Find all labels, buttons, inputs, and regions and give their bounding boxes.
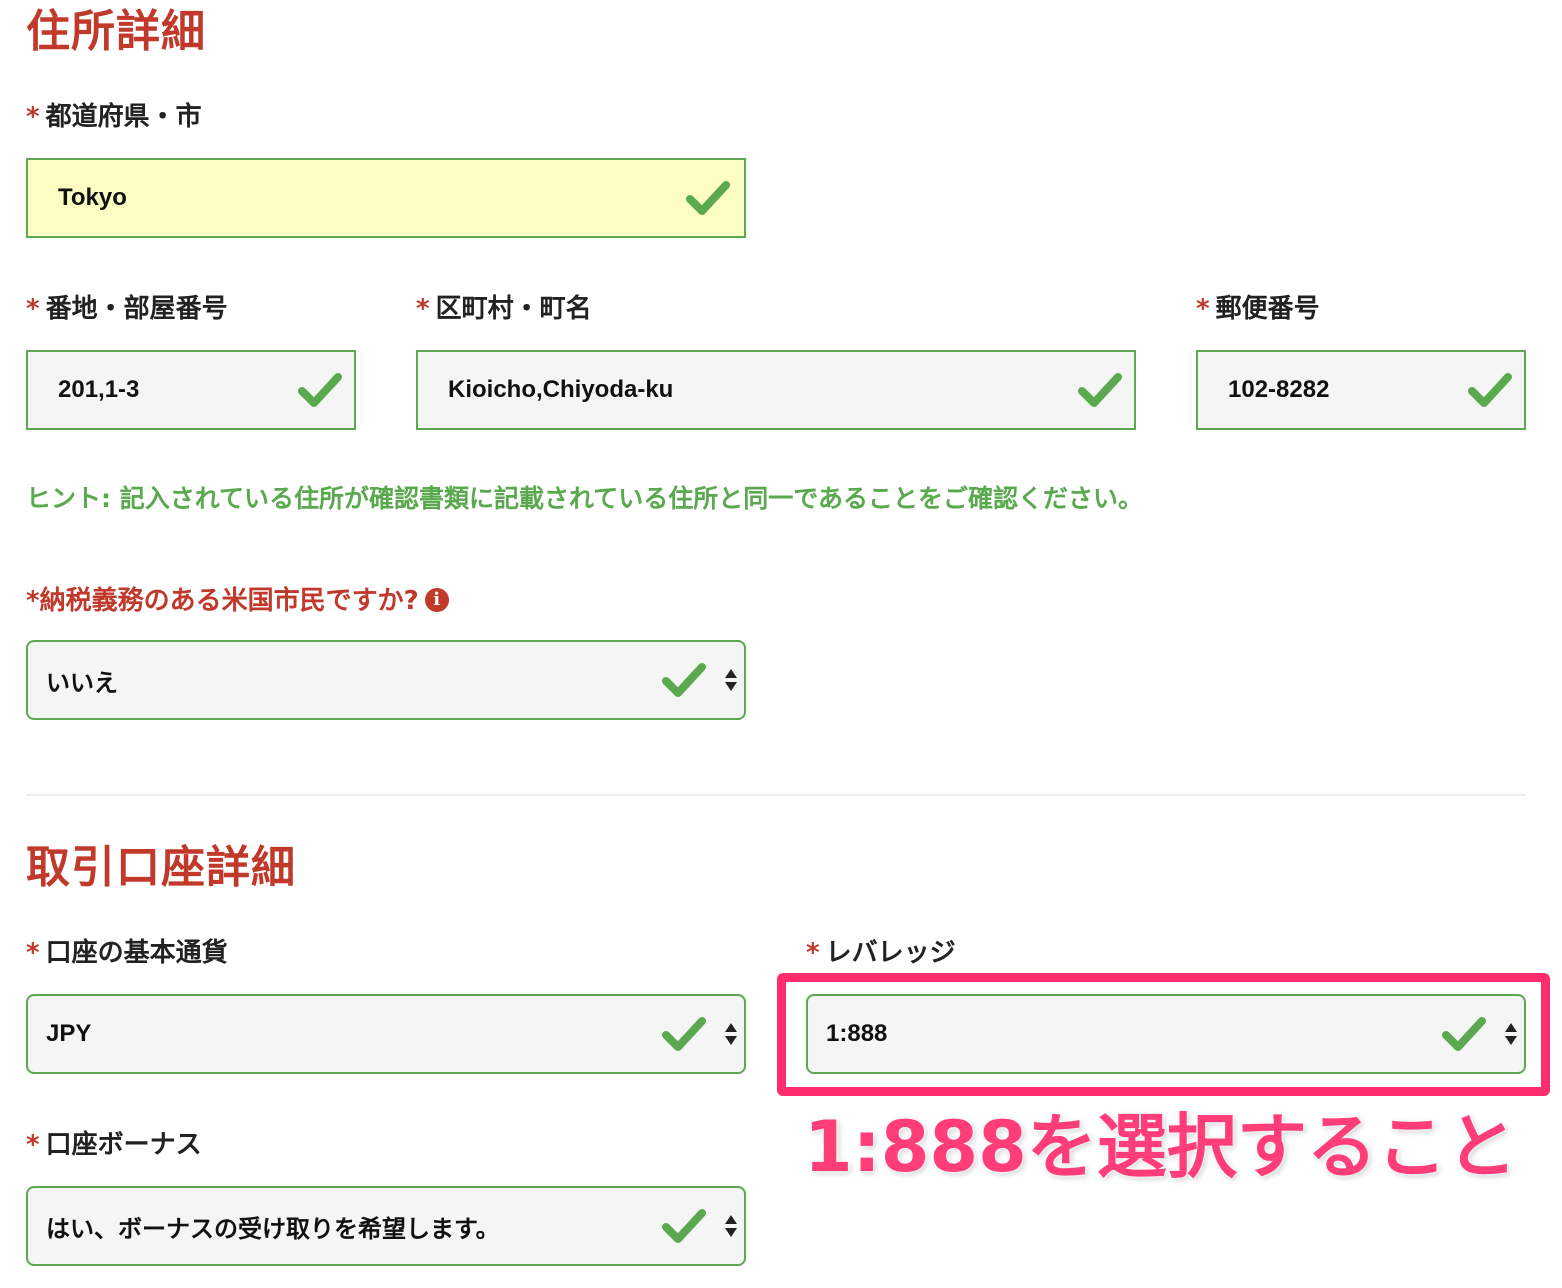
ward-town-value: Kioicho,Chiyoda-ku — [448, 376, 674, 403]
required-marker: * — [1196, 294, 1210, 324]
check-icon — [1468, 373, 1512, 407]
base-currency-select[interactable]: JPY — [26, 994, 746, 1074]
postal-code-label: * 郵便番号 — [1196, 294, 1320, 324]
required-marker: * — [806, 938, 820, 968]
address-section-title: 住所詳細 — [26, 6, 206, 57]
postal-code-input[interactable]: 102-8282 — [1196, 350, 1526, 430]
bonus-select[interactable]: はい、ボーナスの受け取りを希望します。 — [26, 1186, 746, 1266]
leverage-value: 1:888 — [826, 1020, 888, 1047]
us-taxpayer-select[interactable]: いいえ — [26, 640, 746, 720]
check-icon — [1078, 373, 1122, 407]
bonus-value: はい、ボーナスの受け取りを希望します。 — [46, 1215, 500, 1243]
check-icon — [1442, 1017, 1486, 1051]
required-marker: * — [26, 294, 40, 324]
street-room-input[interactable]: 201,1-3 — [26, 350, 356, 430]
select-arrows-icon — [1505, 1023, 1517, 1045]
base-currency-value: JPY — [46, 1020, 92, 1047]
ward-town-label: * 区町村・町名 — [416, 294, 592, 324]
required-marker: * — [26, 1130, 40, 1160]
select-arrows-icon — [725, 669, 737, 691]
us-taxpayer-label: *納税義務のある米国市民ですか? i — [26, 587, 449, 614]
address-hint: ヒント: 記入されている住所が確認書類に記載されている住所と同一であることをご確… — [26, 484, 1143, 513]
annotation-text: 1:888を選択すること — [804, 1106, 1517, 1188]
ward-town-input[interactable]: Kioicho,Chiyoda-ku — [416, 350, 1136, 430]
us-taxpayer-value: いいえ — [46, 669, 118, 697]
leverage-label: * レバレッジ — [806, 938, 956, 968]
check-icon — [662, 1209, 706, 1243]
info-icon[interactable]: i — [424, 587, 449, 612]
prefecture-city-value: Tokyo — [58, 184, 127, 211]
required-marker: * — [26, 938, 40, 968]
trading-section-title: 取引口座詳細 — [26, 842, 296, 893]
required-marker: * — [26, 102, 40, 132]
required-marker: * — [416, 294, 430, 324]
postal-code-value: 102-8282 — [1228, 376, 1330, 403]
prefecture-city-input[interactable]: Tokyo — [26, 158, 746, 238]
street-room-value: 201,1-3 — [58, 376, 140, 403]
select-arrows-icon — [725, 1023, 737, 1045]
check-icon — [662, 663, 706, 697]
select-arrows-icon — [725, 1215, 737, 1237]
check-icon — [686, 181, 730, 215]
section-divider — [26, 794, 1526, 796]
prefecture-city-label: * 都道府県・市 — [26, 102, 202, 132]
street-room-label: * 番地・部屋番号 — [26, 294, 228, 324]
leverage-select[interactable]: 1:888 — [806, 994, 1526, 1074]
base-currency-label: * 口座の基本通貨 — [26, 938, 228, 968]
check-icon — [298, 373, 342, 407]
check-icon — [662, 1017, 706, 1051]
bonus-label: * 口座ボーナス — [26, 1130, 202, 1160]
